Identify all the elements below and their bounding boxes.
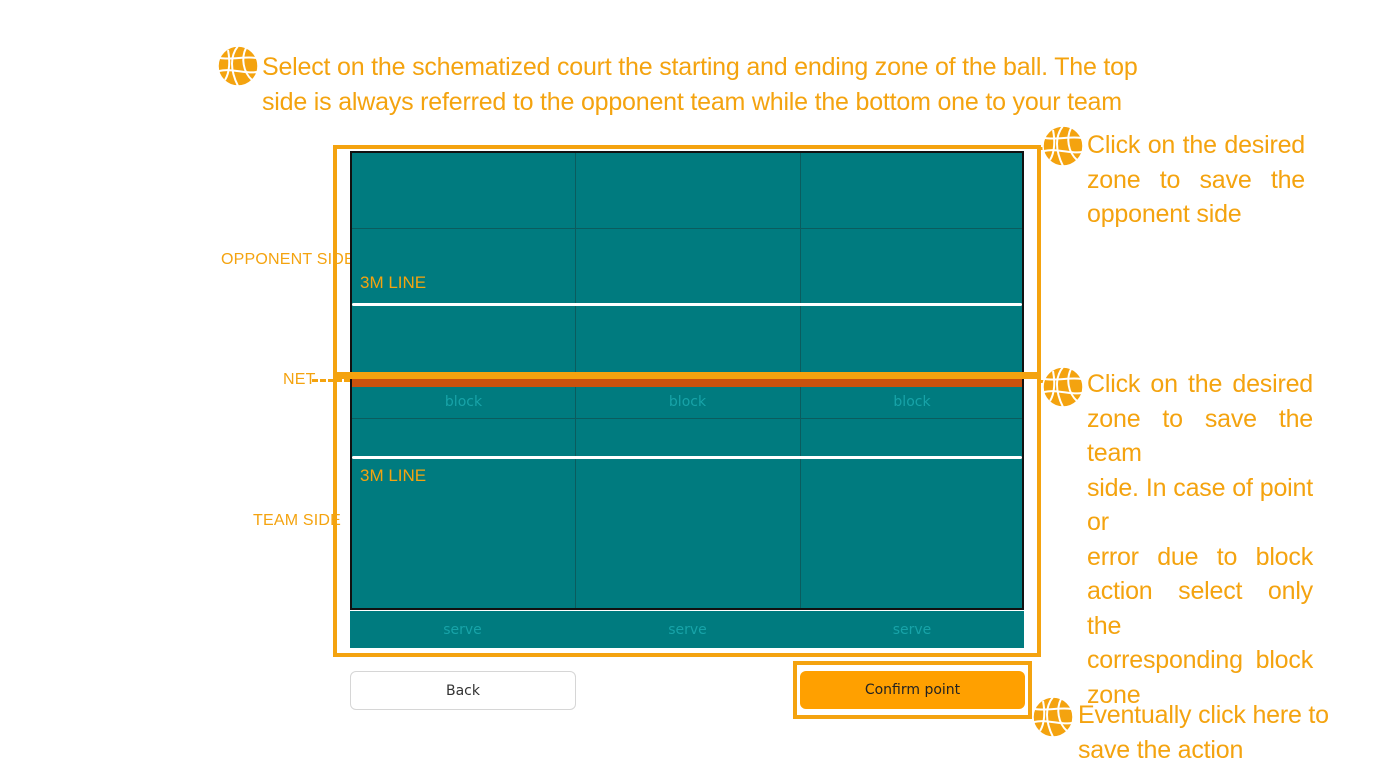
instruction-line: opponent side [1087, 200, 1242, 228]
volleyball-icon [217, 45, 259, 87]
instruction-top-line1: Select on the schematized court the star… [262, 53, 1138, 81]
instruction-line: error due to block [1087, 542, 1313, 571]
instruction-line: zone to save the [1087, 165, 1305, 194]
instruction-line: Click on the desired [1087, 131, 1305, 159]
opponent-side-instruction: Click on the desired zone to save the op… [1087, 128, 1305, 232]
confirm-point-button[interactable]: Confirm point [800, 671, 1025, 709]
opponent-3m-line [352, 303, 1022, 306]
instruction-line: side. In case of point or [1087, 473, 1313, 537]
serve-zone-3[interactable]: serve [800, 622, 1024, 638]
team-side-instruction: Click on the desired zone to save the te… [1087, 367, 1313, 712]
volleyball-icon [1032, 696, 1074, 738]
net-connector [312, 379, 350, 382]
court-row-divider [352, 418, 1022, 419]
volleyball-icon [1042, 366, 1084, 408]
instruction-line: Click on the desired [1087, 370, 1313, 398]
instruction-line: save the action [1078, 735, 1244, 764]
block-zone-3[interactable]: block [800, 394, 1024, 410]
instruction-top-line2: side is always referred to the opponent … [262, 87, 1122, 116]
instruction-line: corresponding block [1087, 646, 1313, 674]
opponent-3m-line-label: 3M LINE [360, 273, 427, 292]
block-zone-1[interactable]: block [352, 394, 575, 410]
instruction-top: Select on the schematized court the star… [262, 50, 1138, 119]
instruction-line: Eventually click here to [1078, 701, 1329, 729]
volleyball-court: 3M LINE block block block 3M LINE [350, 151, 1024, 610]
instruction-line: action select only the [1087, 577, 1313, 640]
team-3m-line-label: 3M LINE [360, 466, 427, 485]
instruction-line: zone to save the team [1087, 404, 1313, 468]
volleyball-icon [1042, 125, 1084, 167]
confirm-instruction: Eventually click here to save the action [1078, 698, 1338, 767]
block-zone-2[interactable]: block [575, 394, 800, 410]
court-row-divider [352, 228, 1022, 229]
opponent-side-label: OPPONENT SIDE [221, 251, 355, 268]
back-button[interactable]: Back [350, 671, 576, 710]
team-side-label: TEAM SIDE [253, 512, 342, 529]
net-label: NET [283, 371, 316, 388]
net [352, 377, 1022, 387]
team-3m-line [352, 456, 1022, 459]
serve-zone-2[interactable]: serve [575, 622, 800, 638]
serve-zone-1[interactable]: serve [350, 622, 575, 638]
serve-row: serve serve serve [350, 611, 1024, 648]
